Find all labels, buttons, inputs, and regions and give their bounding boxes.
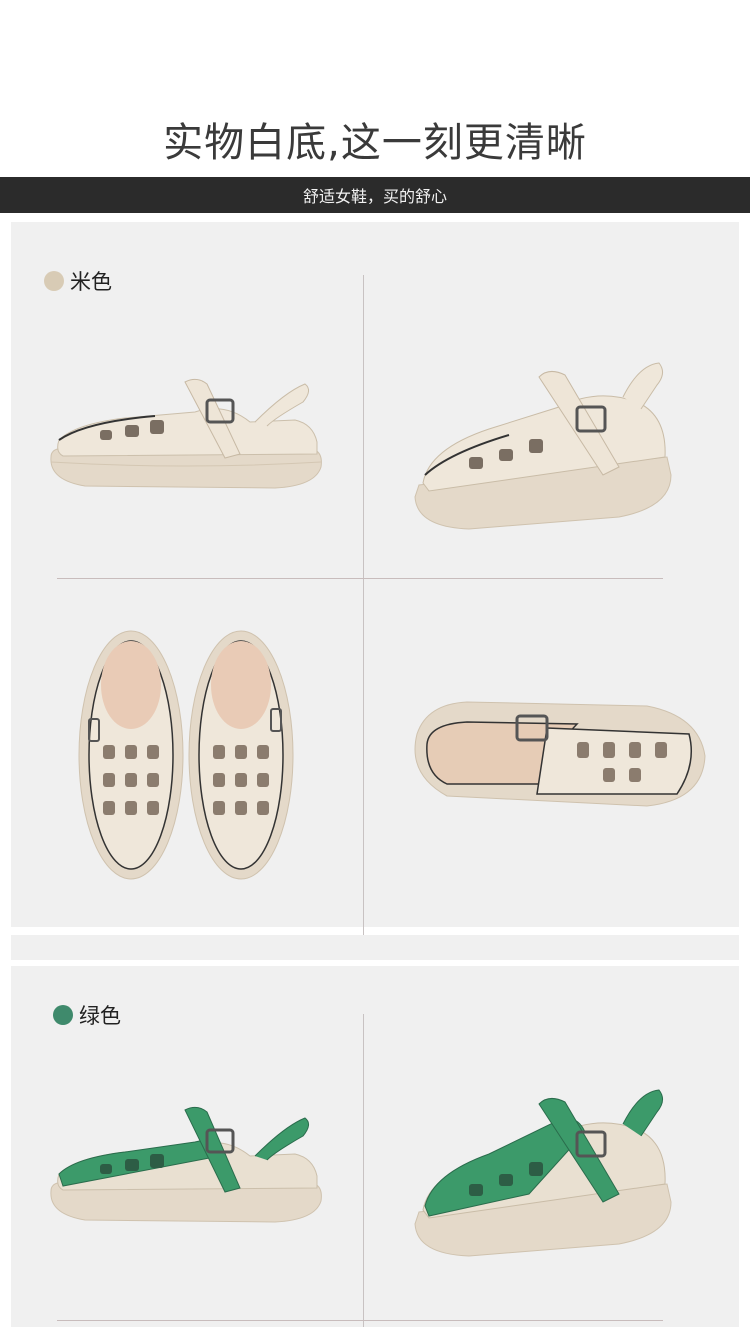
- grid-divider-vertical: [363, 1014, 364, 1327]
- grid-divider-horizontal: [57, 578, 663, 579]
- beige-three-quarter-view-image: [414, 362, 672, 530]
- beige-swatch: [44, 271, 64, 291]
- color-name: 米色: [70, 270, 112, 294]
- color-label-beige: 米色: [44, 266, 112, 296]
- panel-spacer: [11, 935, 739, 960]
- grid-divider-vertical: [363, 275, 364, 935]
- green-product-panel: 绿色: [11, 966, 739, 1327]
- color-name: 绿色: [79, 1004, 121, 1028]
- beige-product-panel: 米色: [11, 222, 739, 935]
- color-label-green: 绿色: [53, 1000, 121, 1030]
- beige-side-view-image: [50, 378, 322, 489]
- grid-divider-horizontal: [57, 1320, 663, 1321]
- slogan-banner: 舒适女鞋，买的舒心: [0, 177, 750, 213]
- green-side-view-image: [50, 1106, 322, 1223]
- beige-top-view-image: [78, 630, 294, 880]
- green-swatch: [53, 1005, 73, 1025]
- green-three-quarter-view-image: [414, 1089, 672, 1257]
- beige-heel-view-image: [414, 701, 706, 807]
- page-title: 实物白底,这一刻更清晰: [163, 120, 587, 166]
- slogan-text: 舒适女鞋，买的舒心: [302, 187, 447, 206]
